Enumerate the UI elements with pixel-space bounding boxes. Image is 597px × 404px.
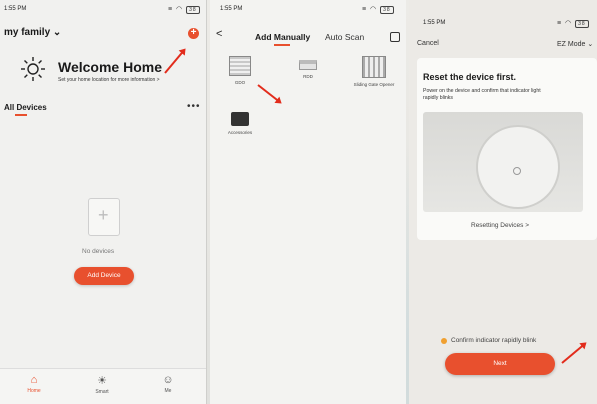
next-button[interactable]: Next [445,353,555,375]
me-icon: ☺ [162,374,174,386]
device-image [423,112,583,212]
ez-mode-selector[interactable]: EZ Mode ⌄ [557,40,593,48]
indicator-light [513,167,521,175]
status-time: 1:55 PM [220,6,243,12]
status-time: 1:55 PM [423,20,446,26]
all-devices-underline [15,114,27,116]
category-sliding-gate[interactable]: Sliding Gate Opener [352,56,396,87]
location-link[interactable]: Set your home location for more informat… [58,77,160,83]
tab-underline [274,44,290,46]
scan-icon[interactable] [390,32,400,42]
confirm-checkbox[interactable] [441,338,447,344]
roller-door-icon [299,60,317,70]
smart-icon: ☀ [97,375,107,387]
family-selector[interactable]: my family ⌄ [4,27,61,38]
add-device-button[interactable]: Add Device [74,267,134,285]
more-icon[interactable]: ••• [187,101,201,112]
status-icons: ≡ ◠ 38 [168,5,200,14]
home-icon: ⌂ [30,374,38,386]
status-time: 1:55 PM [4,6,27,12]
tab-auto-scan[interactable]: Auto Scan [325,32,364,42]
category-gdo[interactable]: GDO [218,56,262,85]
confirm-label: Confirm indicator rapidly blink [451,337,537,344]
garage-door-icon [229,56,251,76]
sliding-gate-icon [362,56,386,78]
reset-description: Power on the device and confirm that ind… [423,88,541,101]
category-rdd[interactable]: RDD [286,60,330,79]
accessories-icon [231,112,249,126]
all-devices-tab[interactable]: All Devices [4,103,47,112]
reset-device-screen: 1:55 PM ≡ ◠ 38 Cancel EZ Mode ⌄ Reset th… [409,0,597,404]
cancel-button[interactable]: Cancel [417,40,439,47]
sun-icon [21,57,45,81]
add-device-plus-button[interactable]: + [188,28,199,39]
add-manually-screen: 1:55 PM ≡ ◠ 38 < Add Manually Auto Scan … [210,0,406,404]
tab-home[interactable]: ⌂ Home [14,374,54,394]
tab-smart[interactable]: ☀ Smart [82,374,122,395]
bottom-tab-bar: ⌂ Home ☀ Smart ☺ Me [0,368,206,404]
back-button[interactable]: < [216,28,222,40]
category-accessories[interactable]: Accessories [218,112,262,135]
status-icons: ≡ ◠ 38 [557,19,589,28]
tab-me[interactable]: ☺ Me [148,374,188,394]
status-icons: ≡ ◠ 38 [362,5,394,14]
reset-title: Reset the device first. [423,72,517,82]
welcome-title: Welcome Home [58,59,162,75]
empty-device-icon [88,198,120,236]
no-devices-text: No devices [82,248,115,255]
resetting-devices-link[interactable]: Resetting Devices > [471,222,529,229]
tab-add-manually[interactable]: Add Manually [255,32,310,42]
